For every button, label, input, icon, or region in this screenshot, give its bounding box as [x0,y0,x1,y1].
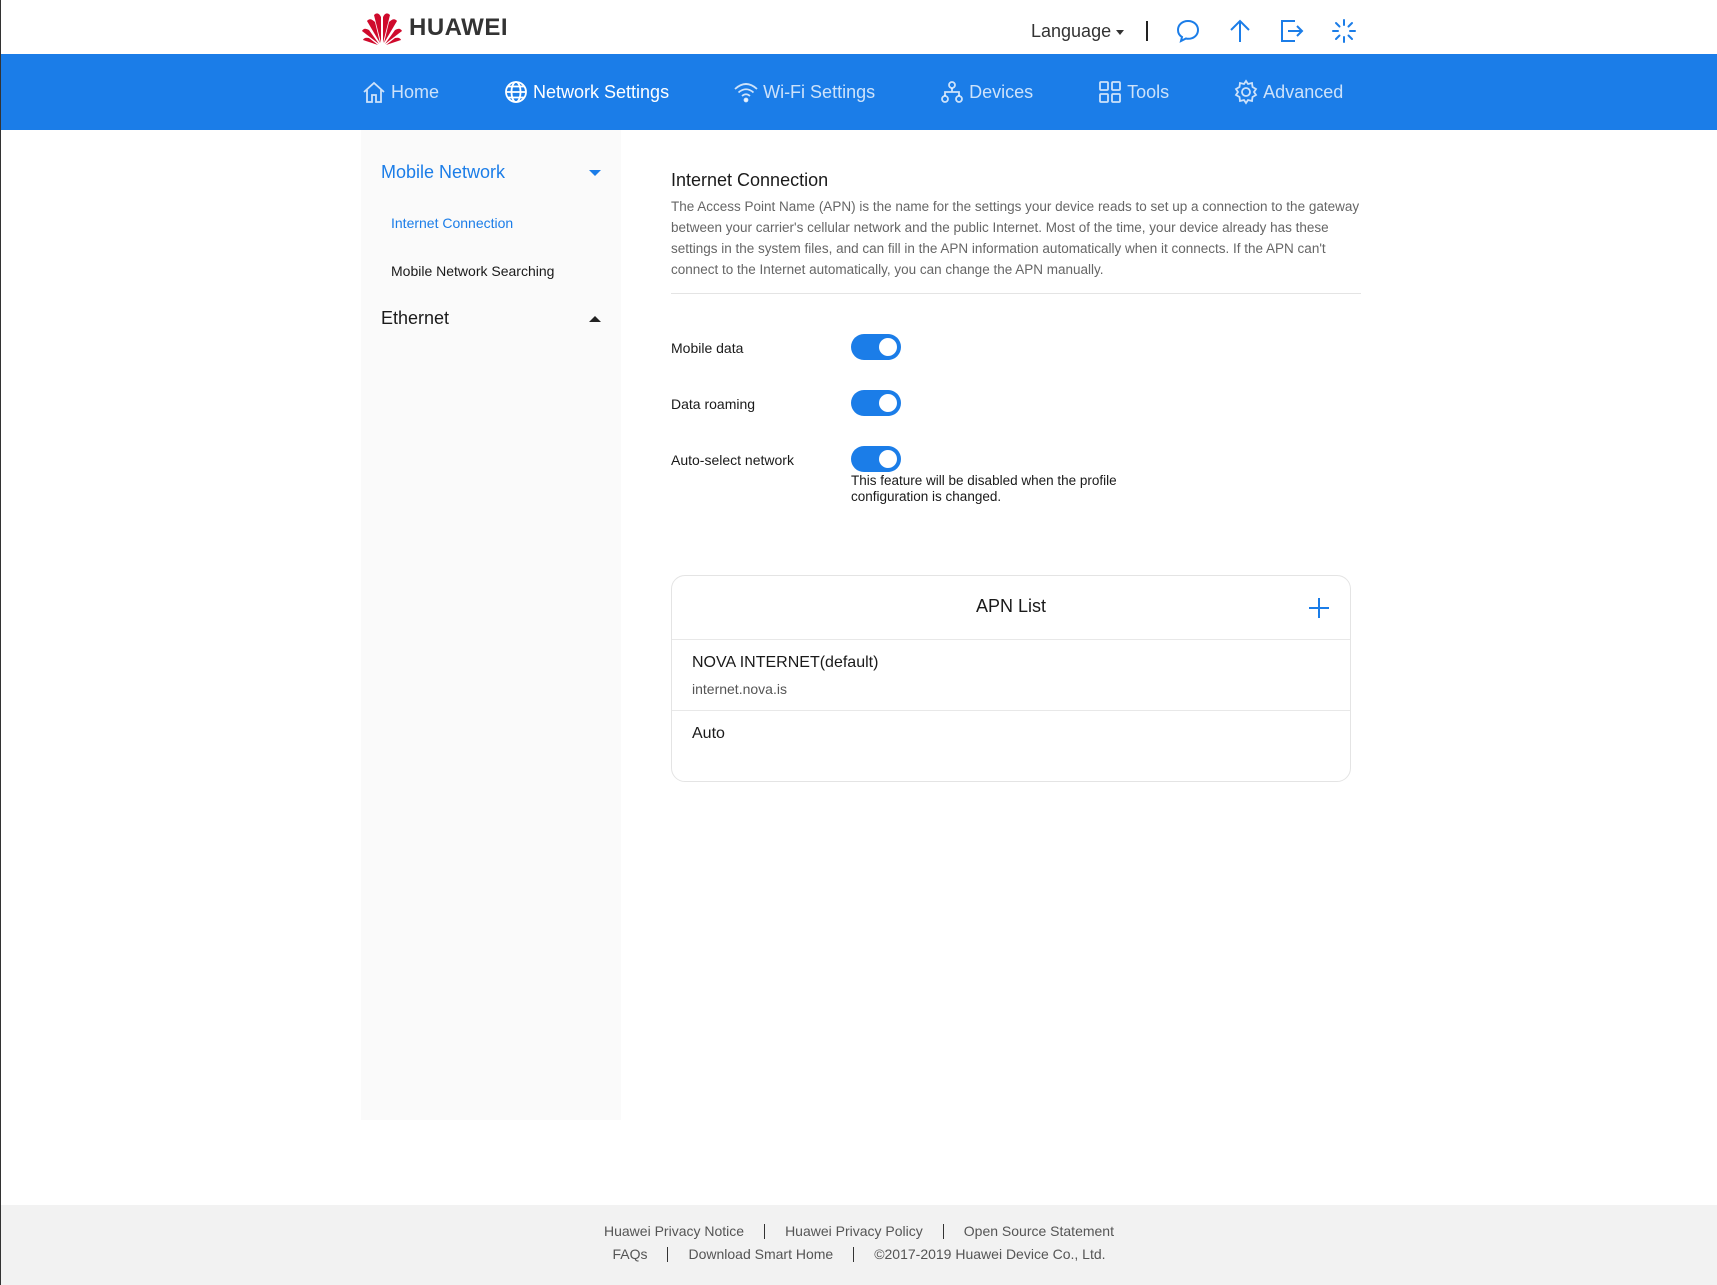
mobile-data-toggle[interactable] [851,334,901,360]
footer-links-row-2: FAQs Download Smart Home ©2017-2019 Huaw… [1,1246,1717,1262]
toggle-knob [879,338,897,356]
footer-separator [667,1246,669,1262]
nav-tools[interactable]: Tools [1097,54,1169,130]
sidebar-group-label: Ethernet [381,308,450,328]
nav-home-label: Home [391,81,440,102]
sidebar-group-mobile-network[interactable]: Mobile Network [381,162,601,183]
nav-tools-label: Tools [1127,81,1170,102]
apn-name: Auto [692,725,725,742]
auto-select-network-toggle[interactable] [851,446,901,472]
footer-download-smart-home-link[interactable]: Download Smart Home [688,1246,833,1262]
apn-name: NOVA INTERNET(default) [692,654,879,671]
footer: Huawei Privacy Notice Huawei Privacy Pol… [1,1205,1717,1285]
page-title: Internet Connection [671,170,829,190]
footer-links-row-1: Huawei Privacy Notice Huawei Privacy Pol… [1,1223,1717,1239]
toggle-knob [879,450,897,468]
nav-wifi-settings-label: Wi-Fi Settings [763,81,876,102]
footer-separator [764,1223,766,1239]
apn-list-card: APN List NOVA INTERNET(default) internet… [671,575,1351,782]
tools-icon [1099,81,1122,103]
nav-network-settings[interactable]: Network Settings [503,54,669,130]
nav-advanced[interactable]: Advanced [1233,54,1343,130]
nav-network-settings-label: Network Settings [533,81,670,102]
plus-icon [1309,598,1329,618]
divider [671,293,1361,294]
sidebar-group-ethernet[interactable]: Ethernet [381,308,601,329]
data-roaming-label: Data roaming [671,396,756,412]
auto-select-network-hint: This feature will be disabled when the p… [851,473,1117,504]
mobile-data-label: Mobile data [671,340,744,356]
expand-arrow-icon [589,315,601,322]
globe-icon [505,81,527,103]
brand-name: HUAWEI [409,14,508,41]
caret-down-icon [1116,29,1125,35]
footer-copyright: ©2017-2019 Huawei Device Co., Ltd. [874,1246,1106,1262]
main-nav: Home Network Settings Wi-Fi Settings Dev… [361,54,1407,130]
header-divider [1146,21,1149,41]
gear-icon [1234,79,1258,105]
toggle-knob [879,394,897,412]
language-selector[interactable]: Language [1031,20,1125,42]
auto-select-network-label: Auto-select network [671,452,794,468]
data-roaming-toggle[interactable] [851,390,901,416]
footer-open-source-link[interactable]: Open Source Statement [964,1223,1114,1239]
logout-icon[interactable] [1266,14,1318,48]
apn-list-item[interactable]: Auto [672,711,1350,782]
footer-separator [942,1223,944,1239]
header-actions: Language [1031,14,1370,48]
upload-icon[interactable] [1214,14,1266,48]
nav-wifi-settings[interactable]: Wi-Fi Settings [733,54,875,130]
nav-home[interactable]: Home [361,54,439,130]
nav-devices-label: Devices [969,81,1034,102]
apn-value: internet.nova.is [692,681,787,697]
page-description: The Access Point Name (APN) is the name … [671,199,1360,277]
huawei-flower-icon [362,13,402,45]
apn-list-header: APN List [672,576,1350,640]
footer-privacy-policy-link[interactable]: Huawei Privacy Policy [785,1223,923,1239]
add-apn-button[interactable] [1304,593,1334,623]
nav-devices[interactable]: Devices [939,54,1033,130]
main-nav-bar: Home Network Settings Wi-Fi Settings Dev… [1,54,1717,130]
devices-icon [941,81,964,103]
sidebar-item-internet-connection[interactable]: Internet Connection [391,215,513,231]
sidebar-item-mobile-network-searching[interactable]: Mobile Network Searching [391,263,554,279]
chat-icon[interactable] [1162,14,1214,48]
huawei-logo[interactable]: HUAWEI [361,11,508,45]
language-label: Language [1031,20,1112,41]
footer-separator [853,1246,855,1262]
footer-privacy-notice-link[interactable]: Huawei Privacy Notice [604,1223,744,1239]
collapse-arrow-icon [589,169,601,176]
loading-icon[interactable] [1318,14,1370,48]
top-header: HUAWEI Language [1,0,1717,54]
page: HUAWEI Language Home Network Settings Wi… [0,0,1717,1285]
wifi-icon [734,83,758,103]
sidebar: Mobile Network Internet Connection Mobil… [361,130,621,1120]
home-icon [363,81,385,103]
nav-advanced-label: Advanced [1263,81,1344,102]
apn-list-title: APN List [975,596,1047,616]
sidebar-group-label: Mobile Network [381,162,506,182]
footer-faqs-link[interactable]: FAQs [612,1246,647,1262]
apn-list-item[interactable]: NOVA INTERNET(default) internet.nova.is [672,640,1350,711]
